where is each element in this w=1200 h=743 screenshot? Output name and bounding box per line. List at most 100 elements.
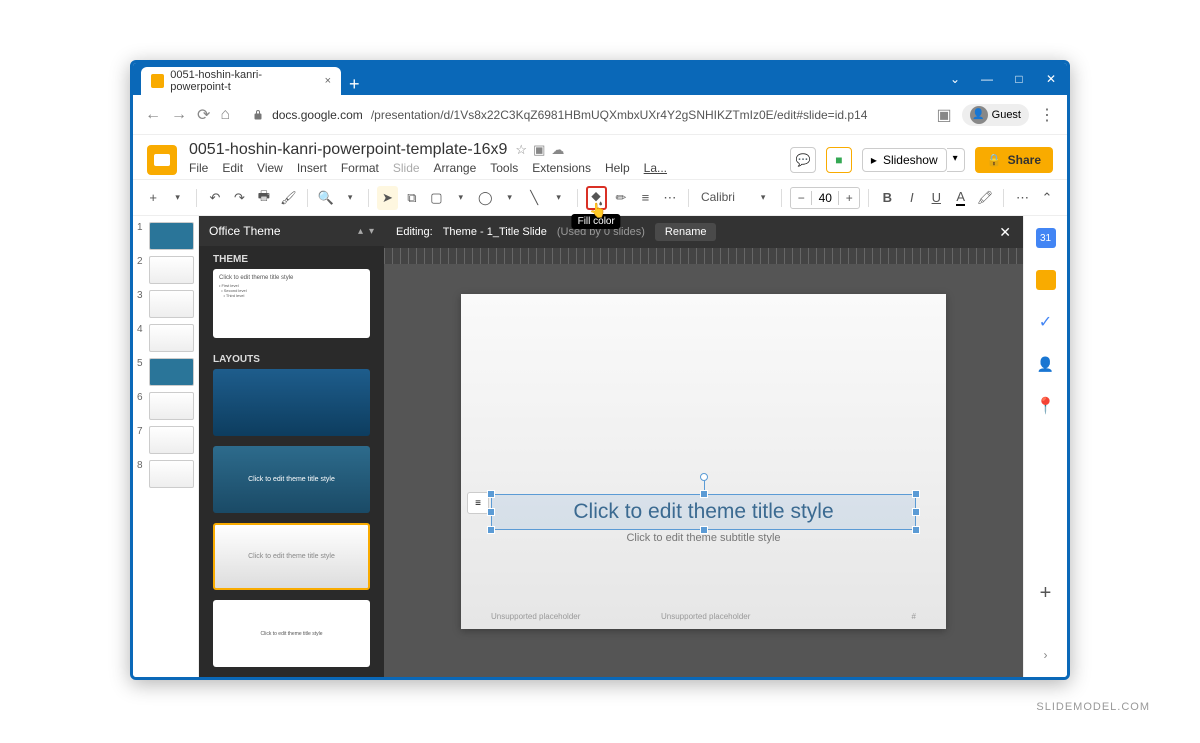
bold-button[interactable]: B	[877, 186, 897, 210]
new-tab-button[interactable]: +	[349, 74, 360, 95]
slide-thumb-5[interactable]	[149, 358, 194, 386]
menu-insert[interactable]: Insert	[297, 161, 327, 175]
layout-thumb-1[interactable]	[213, 369, 370, 436]
add-addon-button[interactable]: +	[1036, 583, 1056, 603]
chevron-down-icon[interactable]: ▾	[369, 226, 374, 237]
maps-icon[interactable]: 📍	[1036, 396, 1056, 416]
resize-handle[interactable]	[487, 490, 495, 498]
resize-handle[interactable]	[487, 508, 495, 516]
line-button[interactable]: ╲	[524, 186, 544, 210]
chevron-up-icon[interactable]: ▴	[358, 226, 363, 237]
border-dash-button[interactable]: ⋯	[660, 186, 680, 210]
reload-button[interactable]: ⟳	[197, 105, 210, 125]
collapse-toolbar-button[interactable]: ⌃	[1037, 186, 1057, 210]
select-tool-button[interactable]: ➤	[377, 186, 397, 210]
slideshow-button[interactable]: ▸ Slideshow	[862, 148, 947, 172]
menu-edit[interactable]: Edit	[222, 161, 243, 175]
close-window-button[interactable]: ✕	[1043, 72, 1059, 86]
profile-guest-chip[interactable]: 👤 Guest	[962, 104, 1029, 126]
forward-button[interactable]: →	[171, 106, 187, 124]
redo-button[interactable]: ↷	[229, 186, 249, 210]
rename-button[interactable]: Rename	[655, 223, 717, 241]
document-title[interactable]: 0051-hoshin-kanri-powerpoint-template-16…	[189, 141, 507, 159]
italic-button[interactable]: I	[902, 186, 922, 210]
layout-thumb-3[interactable]: Click to edit theme title style	[213, 523, 370, 591]
contacts-icon[interactable]: 👤	[1036, 354, 1056, 374]
slide-thumb-7[interactable]	[149, 426, 194, 454]
undo-button[interactable]: ↶	[205, 186, 225, 210]
back-button[interactable]: ←	[145, 106, 161, 124]
keep-icon[interactable]	[1036, 270, 1056, 290]
fill-color-button[interactable]: 👆 Fill color	[586, 186, 607, 210]
menu-arrange[interactable]: Arrange	[434, 161, 477, 175]
slides-logo-icon[interactable]	[147, 145, 177, 175]
slide-thumb-2[interactable]	[149, 256, 194, 284]
menu-help[interactable]: Help	[605, 161, 630, 175]
menu-tools[interactable]: Tools	[490, 161, 518, 175]
slide-thumb-1[interactable]	[149, 222, 194, 250]
menu-view[interactable]: View	[257, 161, 283, 175]
theme-master-thumb[interactable]: Click to edit theme title style • First …	[213, 269, 370, 338]
meet-button[interactable]: ■	[826, 147, 852, 173]
resize-handle[interactable]	[912, 508, 920, 516]
textbox-button[interactable]: ⧉	[402, 186, 422, 210]
browser-menu-button[interactable]: ⋮	[1039, 105, 1055, 125]
new-slide-dropdown[interactable]: ▾	[167, 186, 187, 210]
highlight-button[interactable]: 🖍	[975, 186, 995, 210]
horizontal-ruler[interactable]	[384, 248, 1023, 264]
resize-handle[interactable]	[912, 490, 920, 498]
minimize-button[interactable]: —	[979, 72, 995, 86]
shape-button[interactable]: ◯	[475, 186, 495, 210]
font-size-decrease[interactable]: −	[791, 188, 811, 208]
font-dropdown[interactable]: ▾	[753, 186, 773, 210]
new-slide-button[interactable]: +	[143, 186, 163, 210]
more-tools-button[interactable]: ⋯	[1012, 186, 1032, 210]
close-panel-button[interactable]: ✕	[999, 224, 1011, 241]
menu-last[interactable]: La...	[644, 161, 667, 175]
slide-thumb-4[interactable]	[149, 324, 194, 352]
star-icon[interactable]: ☆	[515, 142, 527, 158]
slide-filmstrip[interactable]: 1 2 3 4 5 6 7 8	[133, 216, 199, 677]
install-icon[interactable]: ▣	[937, 105, 952, 125]
cloud-status-icon[interactable]: ☁	[551, 142, 564, 158]
browser-tab[interactable]: 0051-hoshin-kanri-powerpoint-t ×	[141, 67, 341, 95]
layout-thumb-4[interactable]: Click to edit theme title style	[213, 600, 370, 667]
resize-handle[interactable]	[700, 490, 708, 498]
slide-thumb-8[interactable]	[149, 460, 194, 488]
zoom-dropdown[interactable]: ▾	[340, 186, 360, 210]
share-button[interactable]: 🔒 Share	[975, 147, 1053, 173]
move-icon[interactable]: ▣	[533, 142, 545, 158]
title-placeholder-box[interactable]: Click to edit theme title style	[491, 494, 916, 530]
calendar-icon[interactable]: 31	[1036, 228, 1056, 248]
print-button[interactable]: 🖶	[254, 186, 274, 210]
slide-master[interactable]: ≡ Click to edit theme title style	[461, 294, 946, 629]
comment-history-button[interactable]: 💬	[790, 147, 816, 173]
font-size-input[interactable]: 40	[811, 191, 839, 205]
text-align-badge[interactable]: ≡	[467, 492, 489, 514]
slideshow-dropdown[interactable]: ▾	[947, 148, 965, 172]
border-color-button[interactable]: ✏	[611, 186, 631, 210]
zoom-button[interactable]: 🔍	[315, 186, 335, 210]
text-color-button[interactable]: A	[951, 186, 971, 210]
menu-format[interactable]: Format	[341, 161, 379, 175]
tasks-icon[interactable]: ✓	[1036, 312, 1056, 332]
collapse-rail-button[interactable]: ›	[1036, 645, 1056, 665]
layout-thumb-2[interactable]: Click to edit theme title style	[213, 446, 370, 513]
close-tab-icon[interactable]: ×	[325, 75, 331, 87]
image-button[interactable]: ▢	[426, 186, 446, 210]
font-select[interactable]: Calibri	[697, 188, 749, 207]
menu-slide[interactable]: Slide	[393, 161, 420, 175]
paint-format-button[interactable]: 🖌	[278, 186, 298, 210]
menu-file[interactable]: File	[189, 161, 208, 175]
border-weight-button[interactable]: ≡	[635, 186, 655, 210]
slide-canvas[interactable]: ≡ Click to edit theme title style	[384, 264, 1023, 677]
url-input[interactable]: docs.google.com/presentation/d/1Vs8x22C3…	[240, 104, 926, 126]
underline-button[interactable]: U	[926, 186, 946, 210]
menu-extensions[interactable]: Extensions	[532, 161, 591, 175]
font-size-increase[interactable]: +	[839, 188, 859, 208]
maximize-button[interactable]: □	[1011, 72, 1027, 86]
slide-thumb-6[interactable]	[149, 392, 194, 420]
image-dropdown[interactable]: ▾	[451, 186, 471, 210]
home-button[interactable]: ⌂	[220, 106, 230, 124]
shape-dropdown[interactable]: ▾	[499, 186, 519, 210]
